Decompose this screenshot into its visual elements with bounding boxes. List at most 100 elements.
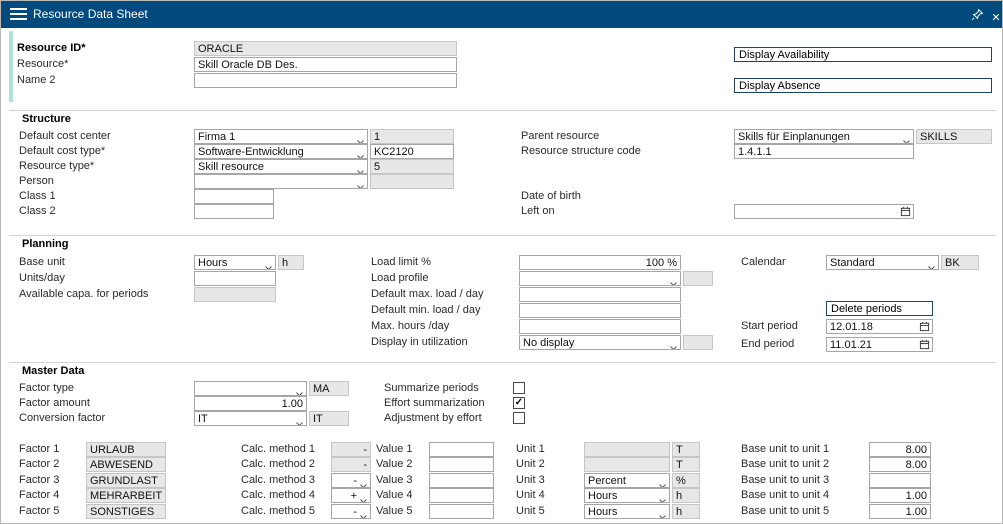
delete-periods-button[interactable]: Delete periods (826, 301, 933, 316)
chevron-down-icon (360, 479, 367, 488)
factor-type-code-field (309, 381, 349, 396)
calc-method-3-label: Calc. method 3 (241, 473, 315, 488)
calendar-select[interactable]: Standard (826, 255, 939, 270)
calc-method-1-field (331, 442, 371, 457)
left-on-field[interactable] (734, 204, 914, 219)
factor-amount-label: Factor amount (19, 396, 90, 411)
calendar-icon[interactable] (919, 339, 930, 354)
unit-4-select[interactable]: Hours (584, 488, 670, 503)
default-max-load-field[interactable] (519, 287, 681, 302)
display-availability-button[interactable]: Display Availability (734, 47, 992, 62)
factor-3-label: Factor 3 (19, 473, 59, 488)
value-1-label: Value 1 (376, 442, 413, 457)
value-2-field[interactable] (429, 457, 494, 472)
value-4-field[interactable] (429, 488, 494, 503)
base-unit-5-field[interactable] (869, 504, 931, 519)
unit-3-select[interactable]: Percent (584, 473, 670, 488)
name2-field[interactable] (194, 73, 457, 88)
base-unit-3-label: Base unit to unit 3 (741, 473, 829, 488)
value-1-field[interactable] (429, 442, 494, 457)
chevron-down-icon (357, 165, 364, 174)
close-icon[interactable]: ✕ (989, 8, 1003, 22)
base-unit-2-field[interactable] (869, 457, 931, 472)
class2-label: Class 2 (19, 204, 56, 219)
calc-method-4-select[interactable]: + (331, 488, 371, 503)
resource-structure-code-field[interactable] (734, 144, 914, 159)
section-header-structure: Structure (22, 112, 71, 127)
summarize-periods-checkbox[interactable] (513, 382, 525, 394)
class1-field[interactable] (194, 189, 274, 204)
unit-5-code-field (672, 504, 700, 519)
chevron-down-icon (357, 150, 364, 159)
default-min-load-field[interactable] (519, 303, 681, 318)
effort-summarization-checkbox[interactable]: ✓ (513, 397, 525, 409)
unit-5-select[interactable]: Hours (584, 504, 670, 519)
resource-id-label: Resource ID* (17, 41, 85, 56)
unit-3-code-field (672, 473, 700, 488)
unit-3-label: Unit 3 (516, 473, 545, 488)
chevron-down-icon (659, 479, 666, 488)
base-unit-3-field[interactable] (869, 473, 931, 488)
resource-type-code-field (370, 159, 454, 174)
end-period-field[interactable]: 11.01.21 (826, 337, 933, 352)
chevron-down-icon (659, 510, 666, 519)
base-unit-4-field[interactable] (869, 488, 931, 503)
load-profile-select[interactable] (519, 271, 681, 286)
value-4-label: Value 4 (376, 488, 413, 503)
load-limit-label: Load limit % (371, 255, 431, 270)
resource-type-select[interactable]: Skill resource (194, 159, 368, 174)
default-cost-center-code-field (370, 129, 454, 144)
menu-icon[interactable] (10, 8, 27, 21)
units-day-field[interactable] (194, 271, 276, 286)
calc-method-3-select[interactable]: - (331, 473, 371, 488)
conversion-factor-select[interactable]: IT (194, 411, 307, 426)
unit-2-field (584, 457, 670, 472)
calc-method-2-field (331, 457, 371, 472)
start-period-label: Start period (741, 319, 798, 334)
default-cost-type-select[interactable]: Software-Entwicklung (194, 144, 368, 159)
display-utilization-select[interactable]: No display (519, 335, 681, 350)
load-limit-field[interactable] (519, 255, 681, 270)
chevron-down-icon (357, 135, 364, 144)
unit-2-label: Unit 2 (516, 457, 545, 472)
unit-4-code-field (672, 488, 700, 503)
chevron-down-icon (903, 135, 910, 144)
default-cost-center-select[interactable]: Firma 1 (194, 129, 368, 144)
conversion-factor-code-field (309, 411, 349, 426)
unit-1-label: Unit 1 (516, 442, 545, 457)
calc-method-5-select[interactable]: - (331, 504, 371, 519)
parent-resource-code-field (916, 129, 992, 144)
factor-type-select[interactable] (194, 381, 307, 396)
value-3-field[interactable] (429, 473, 494, 488)
factor-amount-field[interactable] (194, 396, 307, 411)
base-unit-select[interactable]: Hours (194, 255, 276, 270)
person-label: Person (19, 174, 54, 189)
end-period-label: End period (741, 337, 794, 352)
adjustment-by-effort-checkbox[interactable] (513, 412, 525, 424)
person-select[interactable] (194, 174, 368, 189)
default-max-load-label: Default max. load / day (371, 287, 484, 302)
calendar-code-field (941, 255, 979, 270)
max-hours-field[interactable] (519, 319, 681, 334)
left-on-label: Left on (521, 204, 555, 219)
calendar-icon[interactable] (900, 206, 911, 221)
base-unit-1-field[interactable] (869, 442, 931, 457)
resource-field[interactable] (194, 57, 457, 72)
pin-icon[interactable] (970, 8, 984, 22)
default-cost-type-code-field[interactable] (370, 144, 454, 159)
start-period-field[interactable]: 12.01.18 (826, 319, 933, 334)
parent-resource-select[interactable]: Skills für Einplanungen (734, 129, 914, 144)
value-5-field[interactable] (429, 504, 494, 519)
title-bar: Resource Data Sheet ✕ (1, 1, 1003, 28)
window-title: Resource Data Sheet (33, 1, 148, 28)
factor-type-label: Factor type (19, 381, 74, 396)
default-cost-type-label: Default cost type* (19, 144, 105, 159)
calendar-icon[interactable] (919, 321, 930, 336)
chevron-down-icon (357, 180, 364, 189)
display-absence-button[interactable]: Display Absence (734, 78, 992, 93)
factor-2-field (86, 457, 166, 472)
chevron-down-icon (670, 341, 677, 350)
section-header-planning: Planning (22, 237, 68, 252)
resource-id-field (194, 41, 457, 56)
class2-field[interactable] (194, 204, 274, 219)
